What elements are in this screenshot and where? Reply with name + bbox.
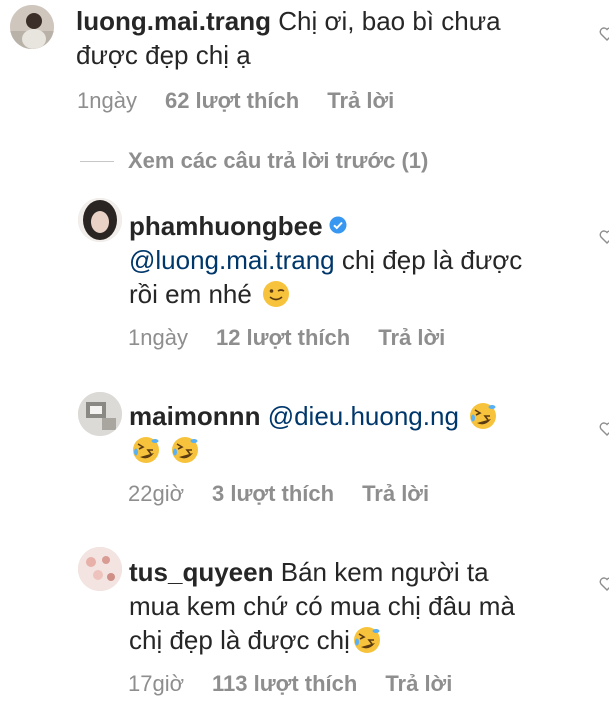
comment-meta: 1ngày 62 lượt thích Trả lời [77, 87, 422, 115]
timestamp: 17giờ [128, 671, 185, 696]
winking-face-icon [263, 281, 290, 307]
comment-body: Chị ơi, bao bì chưa [271, 6, 501, 36]
reply-button[interactable]: Trả lời [385, 671, 452, 696]
view-previous-replies[interactable]: Xem các câu trả lời trước (1) [80, 146, 428, 176]
verified-badge-icon [329, 216, 347, 234]
reply-body-line: mua kem chứ có mua chị đâu mà [129, 591, 515, 621]
rolling-on-floor-laughing-icon [172, 437, 199, 463]
reply-body-line: rồi em nhé [129, 279, 260, 309]
timestamp: 1ngày [77, 88, 137, 113]
avatar[interactable] [78, 547, 122, 591]
comment-body-line: được đẹp chị ạ [76, 40, 251, 70]
username-link[interactable]: phamhuongbee [129, 211, 323, 241]
reply-meta: 17giờ 113 lượt thích Trả lời [128, 670, 480, 698]
reply-button[interactable]: Trả lời [378, 325, 445, 350]
reply-body: Bán kem người ta [273, 557, 489, 587]
heart-icon[interactable] [599, 421, 609, 437]
reply-text: maimonnn @dieu.huong.ng [129, 399, 498, 467]
avatar[interactable] [78, 392, 122, 436]
timestamp: 22giờ [128, 481, 185, 506]
heart-icon[interactable] [599, 26, 609, 42]
likes-count[interactable]: 62 lượt thích [165, 88, 299, 113]
timestamp: 1ngày [128, 325, 188, 350]
likes-count[interactable]: 3 lượt thích [212, 481, 334, 506]
view-previous-label[interactable]: Xem các câu trả lời trước (1) [128, 148, 428, 174]
rolling-on-floor-laughing-icon [470, 403, 497, 429]
comment-text: luong.mai.trang Chị ơi, bao bì chưa được… [76, 4, 501, 72]
rolling-on-floor-laughing-icon [133, 437, 159, 463]
username-link[interactable]: luong.mai.trang [76, 6, 271, 36]
avatar[interactable] [10, 5, 54, 49]
reply-body: chị đẹp là được [334, 245, 523, 275]
divider [80, 160, 114, 162]
likes-count[interactable]: 12 lượt thích [216, 325, 350, 350]
mention-link[interactable]: @dieu.huong.ng [268, 401, 459, 431]
comments-page: luong.mai.trang Chị ơi, bao bì chưa được… [0, 0, 609, 716]
heart-icon[interactable] [599, 229, 609, 245]
reply-text: tus_quyeen Bán kem người ta mua kem chứ … [129, 555, 515, 657]
rolling-on-floor-laughing-icon [353, 627, 380, 653]
reply-button[interactable]: Trả lời [362, 481, 429, 506]
reply-meta: 22giờ 3 lượt thích Trả lời [128, 480, 457, 508]
heart-icon[interactable] [599, 576, 609, 592]
reply-meta: 1ngày 12 lượt thích Trả lời [128, 324, 473, 352]
reply-text: phamhuongbee @luong.mai.trang chị đẹp là… [129, 209, 522, 311]
avatar[interactable] [78, 198, 122, 242]
mention-link[interactable]: @luong.mai.trang [129, 245, 335, 275]
username-link[interactable]: tus_quyeen [129, 557, 274, 587]
reply-body-line: chị đẹp là được chị [129, 625, 350, 655]
reply-button[interactable]: Trả lời [327, 88, 394, 113]
username-link[interactable]: maimonnn [129, 401, 260, 431]
likes-count[interactable]: 113 lượt thích [212, 671, 357, 696]
